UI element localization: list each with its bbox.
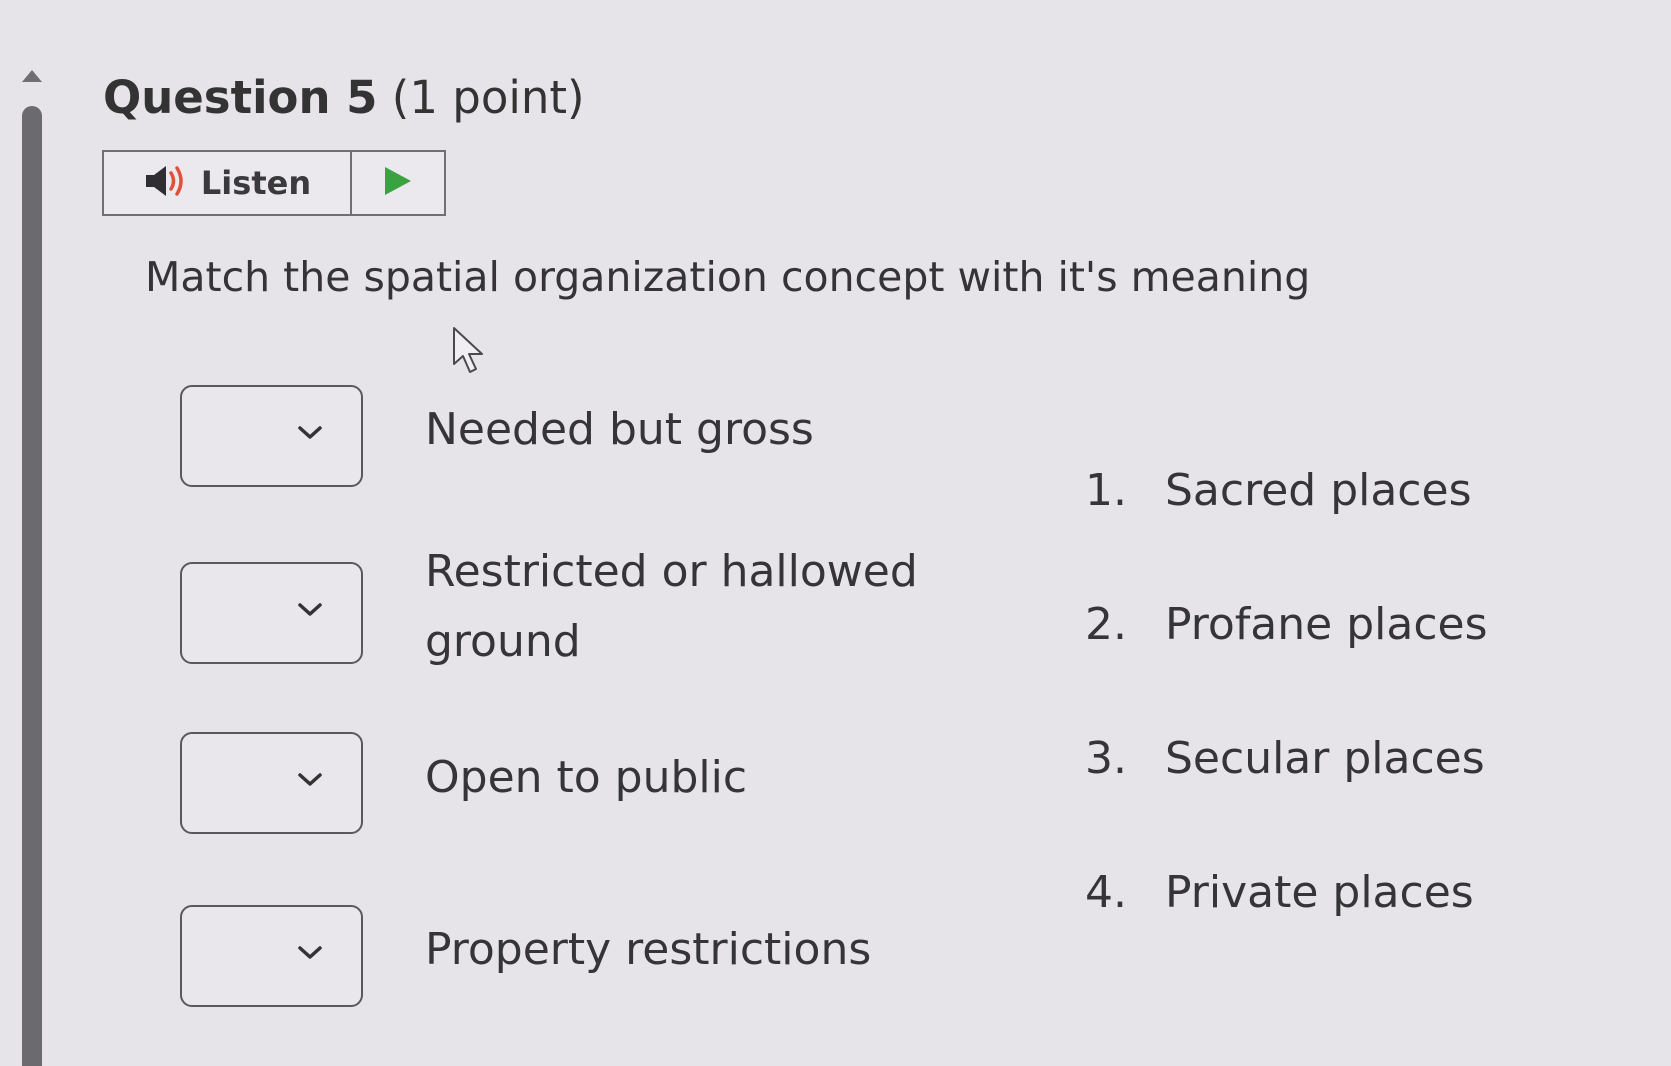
answer-item: 2. Profane places — [1085, 595, 1488, 655]
speaker-icon — [143, 163, 191, 203]
answer-number: 1. — [1085, 465, 1127, 516]
item-text: Restricted or hallowed ground — [425, 546, 918, 667]
answer-number: 3. — [1085, 733, 1127, 784]
answer-label: Private places — [1165, 867, 1474, 918]
item-text: Property restrictions — [425, 924, 872, 975]
question-points: (1 point) — [391, 71, 585, 124]
answer-item: 1. Sacred places — [1085, 461, 1472, 521]
match-row: Restricted or hallowed ground — [180, 546, 1000, 695]
mouse-cursor-icon — [452, 326, 486, 380]
question-title: Question 5 (1 point) — [103, 68, 585, 128]
answer-label: Secular places — [1165, 733, 1485, 784]
answer-item: 3. Secular places — [1085, 729, 1485, 789]
listen-widget: Listen — [102, 150, 446, 216]
answer-label: Sacred places — [1165, 465, 1472, 516]
scrollbar[interactable] — [22, 70, 42, 1066]
answer-number: 2. — [1085, 599, 1127, 650]
item-text: Open to public — [425, 752, 748, 803]
scroll-up-arrow-icon[interactable] — [22, 70, 42, 82]
answer-select[interactable] — [180, 385, 363, 487]
answer-select[interactable] — [180, 562, 363, 664]
match-row: Needed but gross — [180, 385, 1000, 495]
play-icon — [383, 165, 413, 201]
item-text: Needed but gross — [425, 404, 814, 455]
chevron-down-icon — [298, 426, 322, 439]
chevron-down-icon — [298, 773, 322, 786]
listen-button[interactable]: Listen — [104, 152, 352, 214]
answer-item: 4. Private places — [1085, 863, 1474, 923]
question-number: Question 5 — [103, 71, 378, 124]
play-button[interactable] — [352, 152, 444, 214]
question-prompt: Match the spatial organization concept w… — [145, 253, 1311, 301]
chevron-down-icon — [298, 603, 322, 616]
answer-number: 4. — [1085, 867, 1127, 918]
match-row: Open to public — [180, 725, 1000, 835]
match-row: Property restrictions — [180, 895, 1000, 1007]
answer-label: Profane places — [1165, 599, 1488, 650]
listen-label: Listen — [200, 164, 312, 202]
answer-select[interactable] — [180, 905, 363, 1007]
answer-select[interactable] — [180, 732, 363, 834]
scrollbar-thumb[interactable] — [22, 106, 42, 1066]
chevron-down-icon — [298, 946, 322, 959]
